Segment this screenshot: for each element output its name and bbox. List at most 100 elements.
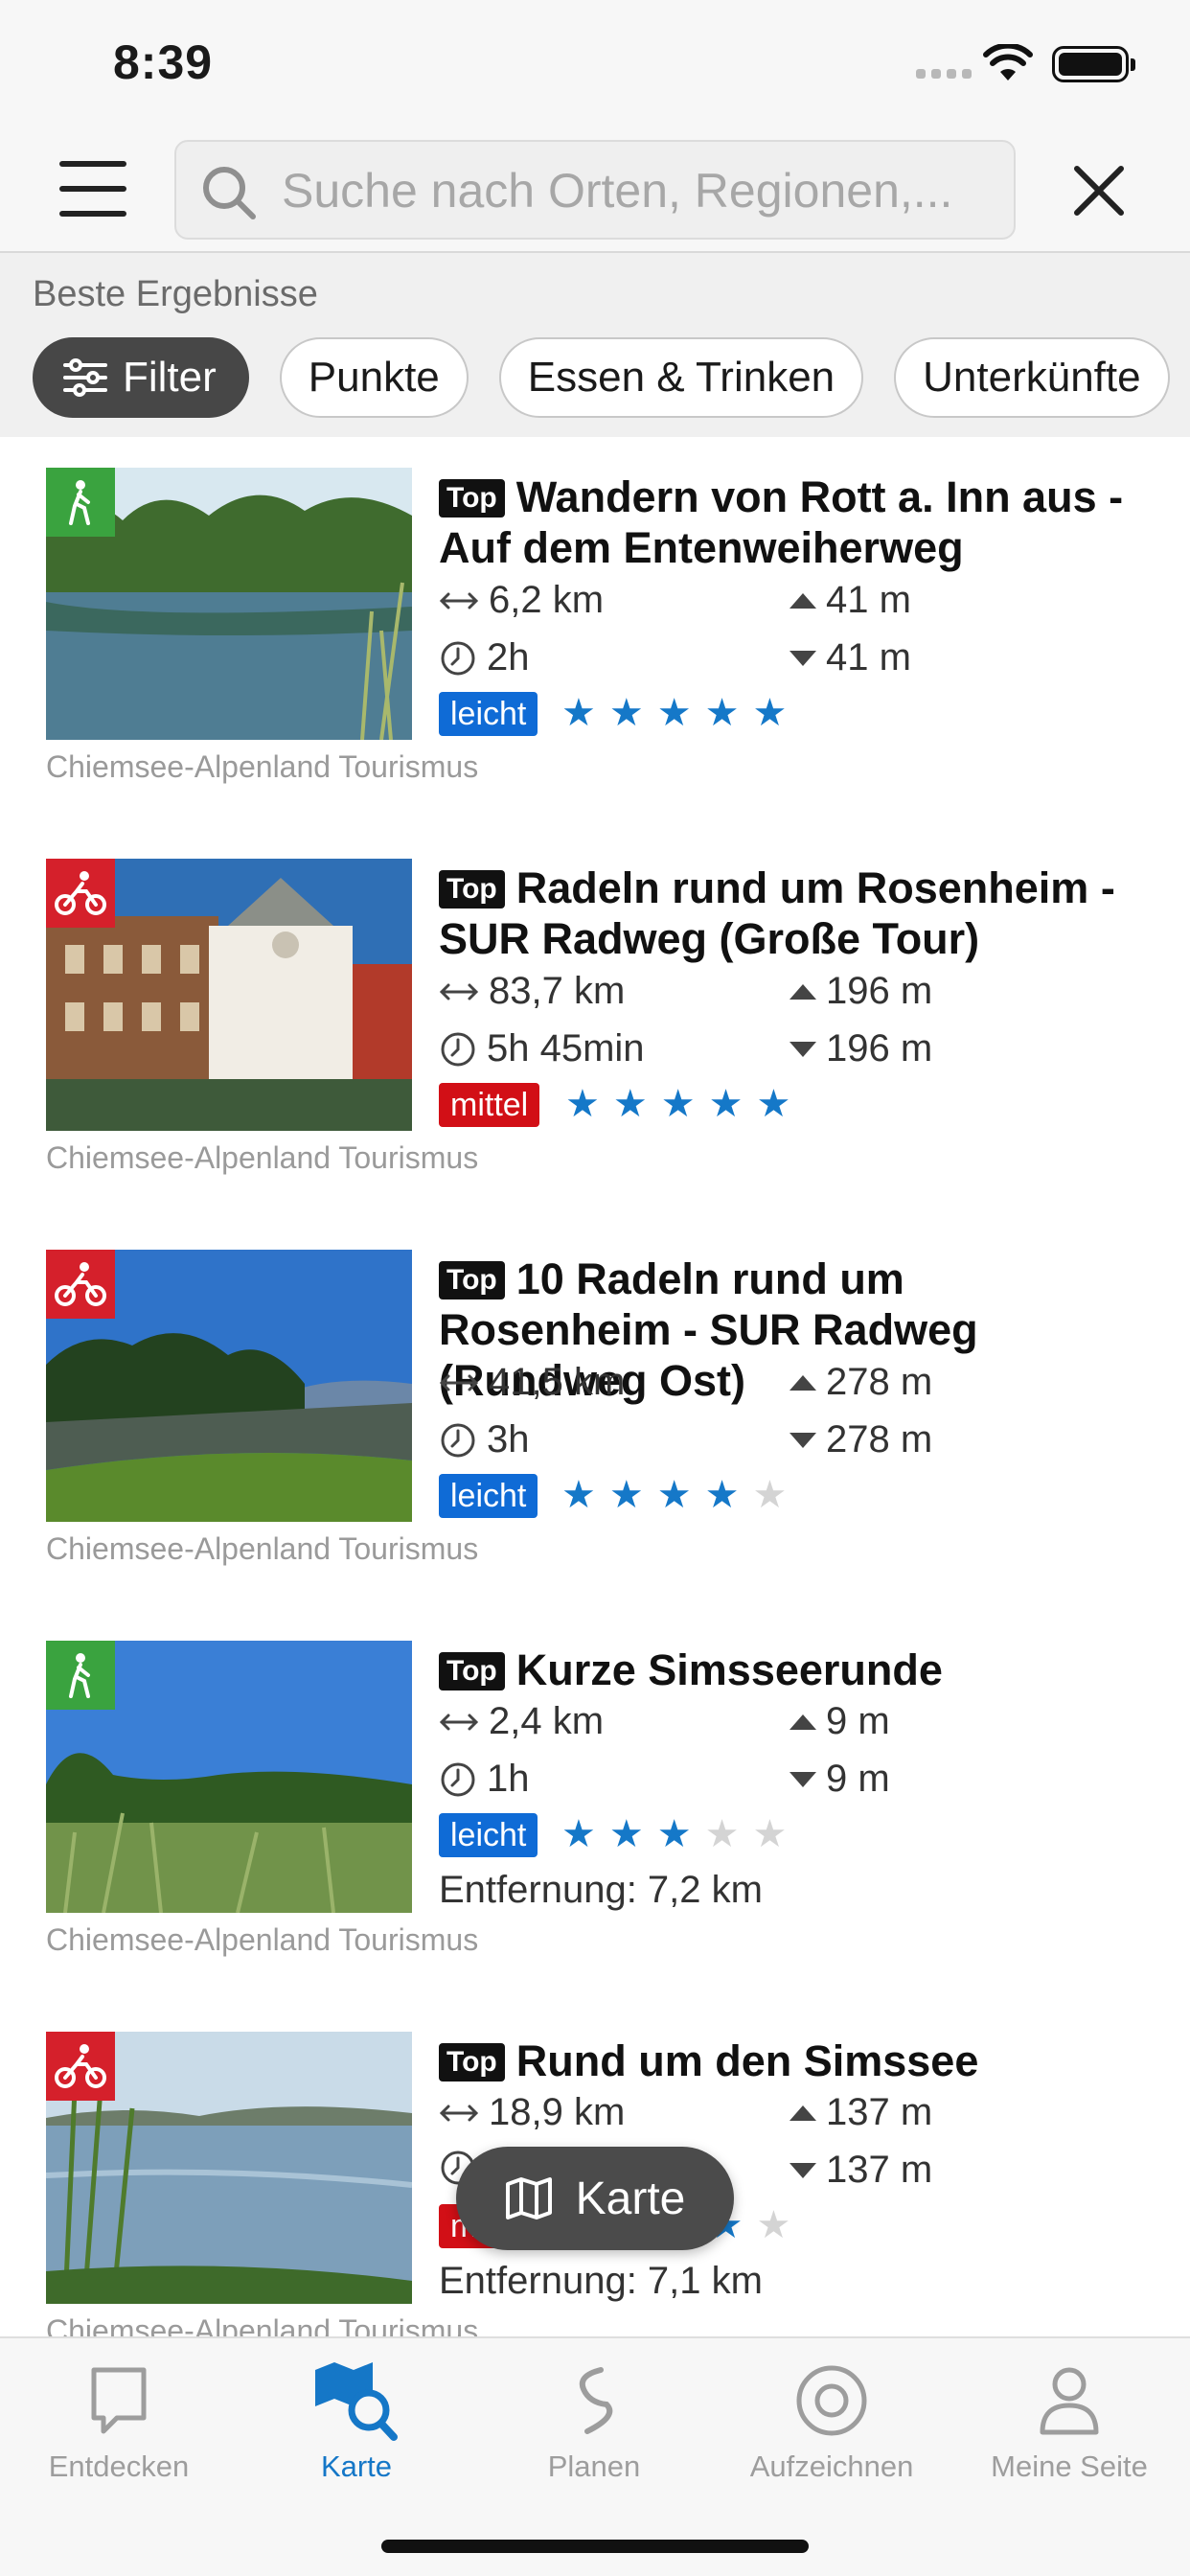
tour-ascent-value: 9 m: [826, 1700, 890, 1742]
tab-label: Planen: [547, 2450, 641, 2483]
star-empty-icon: ★: [704, 1813, 740, 1855]
ascent-icon: [790, 2104, 816, 2121]
tour-distance-value: 41,5 km: [489, 1361, 626, 1403]
tour-distance: 83,7 km: [439, 970, 625, 1013]
star-filled-icon: ★: [612, 1083, 648, 1125]
record-icon: [713, 2358, 950, 2444]
rating-stars: ★ ★ ★ ★ ★: [561, 1815, 787, 1853]
tour-source: Chiemsee-Alpenland Tourismus: [46, 1140, 479, 1175]
status-time: 8:39: [113, 35, 214, 89]
ascent-icon: [790, 592, 816, 609]
tour-duration: 1h: [439, 1758, 530, 1801]
tour-photo: [46, 2032, 412, 2304]
tour-source: Chiemsee-Alpenland Tourismus: [46, 1531, 479, 1566]
tour-distance-value: 6,2 km: [489, 579, 605, 621]
tour-title-text: Kurze Simsseerunde: [515, 1645, 943, 1694]
top-badge: Top: [439, 1261, 505, 1300]
section-title: Beste Ergebnisse: [33, 274, 318, 314]
tour-distance-value: 83,7 km: [489, 970, 626, 1012]
tab-aufzeichnen[interactable]: Aufzeichnen: [713, 2358, 950, 2484]
distance-icon: [439, 1374, 479, 1391]
tour-descent-value: 278 m: [826, 1418, 933, 1460]
menu-button[interactable]: [59, 161, 126, 217]
tour-descent: 196 m: [790, 1027, 932, 1070]
star-empty-icon: ★: [752, 1474, 788, 1516]
tour-descent-value: 41 m: [826, 636, 911, 678]
cycling-icon: [46, 1250, 115, 1319]
star-filled-icon: ★: [561, 1474, 596, 1516]
search-input[interactable]: [282, 159, 991, 222]
descent-icon: [790, 1041, 816, 1057]
filter-button[interactable]: Filter: [33, 337, 249, 418]
tour-duration: 3h: [439, 1418, 530, 1461]
result-card[interactable]: Top Wandern von Rott a. Inn aus - Auf dem…: [0, 437, 1190, 828]
tour-distance: 6,2 km: [439, 579, 604, 622]
rating-stars: ★ ★ ★ ★ ★: [561, 1476, 787, 1514]
tab-label: Aufzeichnen: [749, 2450, 914, 2483]
descent-icon: [790, 2162, 816, 2178]
map-search-icon: [238, 2358, 475, 2444]
discover-icon: [0, 2358, 238, 2444]
tab-meine-seite[interactable]: Meine Seite: [950, 2358, 1188, 2484]
tour-descent-value: 196 m: [826, 1027, 933, 1070]
ascent-icon: [790, 1374, 816, 1391]
tour-ascent: 137 m: [790, 2091, 932, 2134]
tab-label: Karte: [320, 2450, 393, 2483]
distance-from-user: Entfernung: 7,1 km: [439, 2260, 763, 2302]
route-plan-icon: [475, 2358, 713, 2444]
tour-ascent: 9 m: [790, 1700, 890, 1743]
tour-photo: [46, 468, 412, 740]
cycling-icon: [46, 859, 115, 928]
tour-ascent-value: 196 m: [826, 970, 933, 1012]
close-icon[interactable]: [1069, 161, 1129, 220]
star-filled-icon: ★: [656, 1813, 692, 1855]
tour-duration-value: 2h: [487, 636, 530, 678]
star-filled-icon: ★: [704, 692, 740, 734]
star-filled-icon: ★: [561, 692, 596, 734]
search-header: [0, 126, 1190, 253]
chip-essen-trinken[interactable]: Essen & Trinken: [498, 337, 864, 418]
distance-icon: [439, 2104, 479, 2121]
battery-icon: [1052, 46, 1135, 82]
tour-distance: 2,4 km: [439, 1700, 604, 1743]
tour-photo: [46, 1641, 412, 1913]
ascent-icon: [790, 983, 816, 1000]
star-filled-icon: ★: [608, 1474, 644, 1516]
star-filled-icon: ★: [704, 1474, 740, 1516]
sliders-icon: [63, 358, 107, 397]
tour-duration-value: 1h: [487, 1758, 530, 1800]
tour-distance: 41,5 km: [439, 1361, 625, 1404]
tab-karte[interactable]: Karte: [238, 2358, 475, 2484]
chip-unterkuenfte[interactable]: Unterkünfte: [894, 337, 1170, 418]
tour-duration-value: 3h: [487, 1418, 530, 1460]
tour-duration: 5h 45min: [439, 1027, 645, 1070]
tab-entdecken[interactable]: Entdecken: [0, 2358, 238, 2484]
search-box[interactable]: [174, 140, 1016, 240]
tab-planen[interactable]: Planen: [475, 2358, 713, 2484]
filter-chips: Filter Punkte Essen & Trinken Unterkünft…: [33, 337, 1170, 418]
result-card[interactable]: Top Kurze Simsseerunde 2,4 km 9 m 1h 9 m …: [0, 1610, 1190, 2001]
menu-icon-line: [59, 211, 126, 217]
star-filled-icon: ★: [656, 692, 692, 734]
star-filled-icon: ★: [565, 1083, 600, 1125]
map-view-button[interactable]: Karte: [456, 2147, 734, 2250]
tour-title-text: Rund um den Simssee: [515, 2036, 979, 2085]
tab-label: Entdecken: [48, 2450, 190, 2483]
clock-icon: [441, 1762, 475, 1796]
tour-title-text: Radeln rund um Rosenheim - SUR Radweg (G…: [439, 863, 1115, 963]
search-icon: [203, 167, 256, 219]
ascent-icon: [790, 1714, 816, 1730]
hiking-icon: [46, 468, 115, 537]
descent-icon: [790, 1771, 816, 1787]
star-filled-icon: ★: [660, 1083, 696, 1125]
tour-source: Chiemsee-Alpenland Tourismus: [46, 749, 479, 784]
menu-icon-line: [59, 186, 126, 192]
map-icon: [505, 2177, 552, 2220]
difficulty-badge: leicht: [439, 1474, 538, 1518]
clock-icon: [441, 1423, 475, 1457]
result-card[interactable]: Top Radeln rund um Rosenheim - SUR Radweg…: [0, 828, 1190, 1219]
chip-punkte[interactable]: Punkte: [279, 337, 469, 418]
cycling-icon: [46, 2032, 115, 2101]
result-card[interactable]: Top 10 Radeln rund um Rosenheim - SUR Rad…: [0, 1219, 1190, 1610]
tour-title: Top Wandern von Rott a. Inn aus - Auf dem…: [439, 472, 1148, 573]
